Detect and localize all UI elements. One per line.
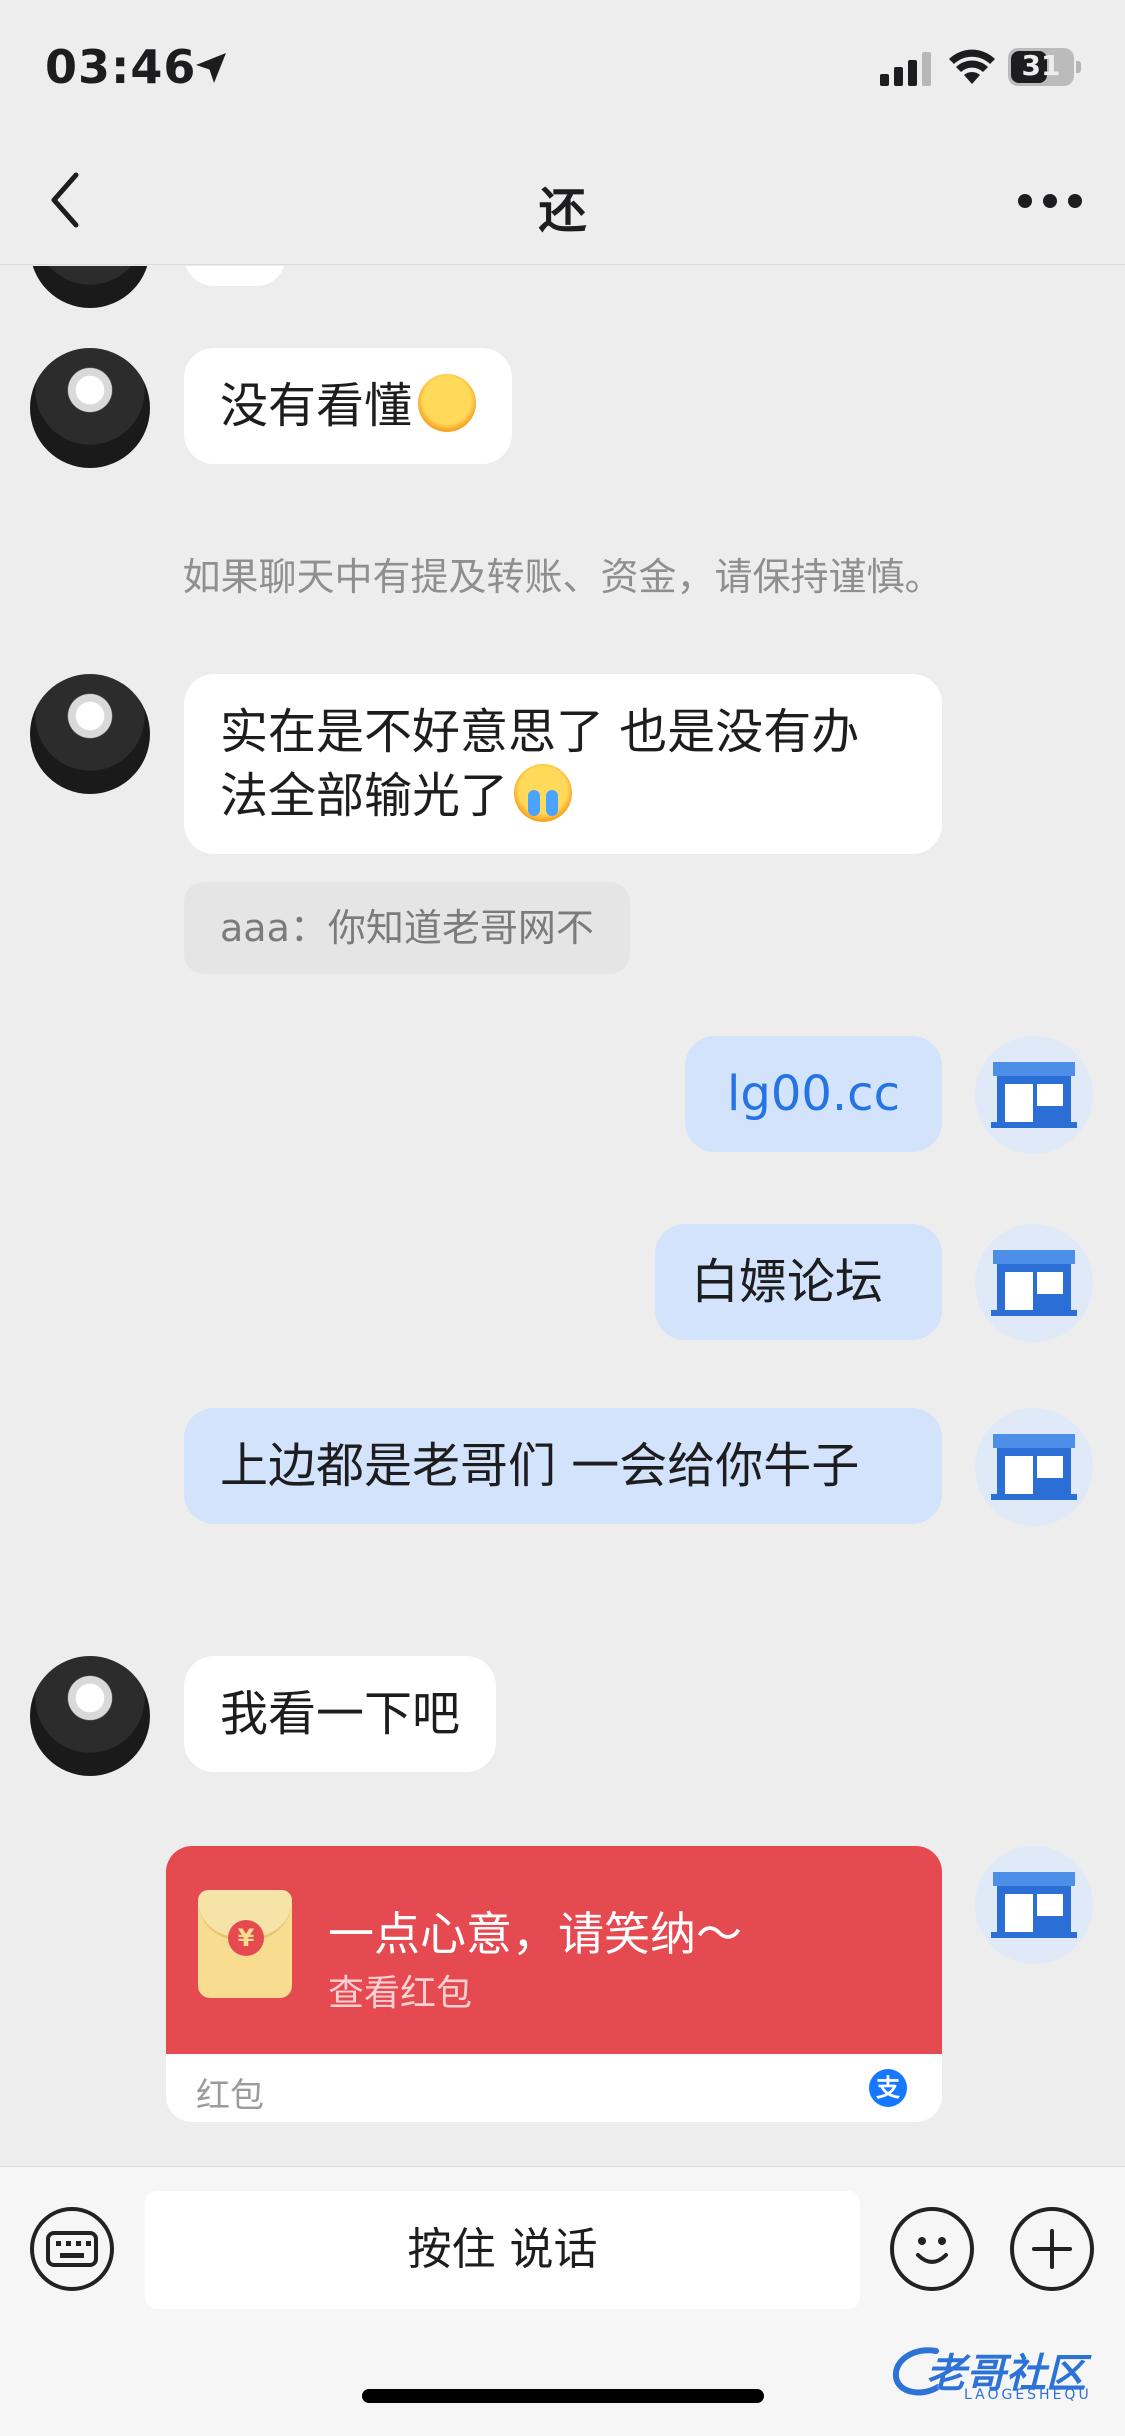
alipay-icon: 支 — [869, 2069, 907, 2107]
battery-percent: 31 — [1021, 49, 1061, 82]
more-options-icon[interactable] — [1015, 183, 1085, 219]
smiley-icon — [916, 2237, 948, 2264]
message-bubble[interactable]: 没有看懂 — [184, 348, 513, 464]
quoted-message[interactable]: aaa：你知道老哥网不 — [184, 882, 630, 974]
red-packet-card[interactable]: ¥ 一点心意，请笑纳～ 查看红包 红包 支 — [166, 1846, 942, 2122]
home-indicator[interactable] — [362, 2389, 764, 2403]
emoji-button[interactable] — [890, 2207, 974, 2291]
battery-icon: 31 — [1008, 48, 1082, 86]
sad-face-emoji-icon — [418, 374, 477, 432]
message-bubble[interactable]: 我看一下吧 — [184, 1656, 497, 1772]
nav-bar: 还 — [0, 135, 1125, 265]
red-packet-subtitle: 查看红包 — [328, 1973, 473, 2014]
keyboard-icon — [46, 2231, 98, 2267]
chat-messages[interactable]: 没有看懂 如果聊天中有提及转账、资金，请保持谨慎。 实在是不好意思了 也是没有办… — [0, 266, 1125, 2166]
red-packet-title: 一点心意，请笑纳～ — [328, 1907, 742, 1961]
hold-to-talk-button[interactable]: 按住 说话 — [145, 2191, 860, 2309]
input-bar: 按住 说话 老哥社区 LAOGESHEQU — [0, 2166, 1125, 2436]
wifi-icon — [949, 49, 995, 84]
red-packet-label: 红包 — [196, 2076, 264, 2116]
contact-avatar[interactable] — [30, 674, 150, 794]
chat-title: 还 — [538, 183, 587, 239]
watermark-logo: 老哥社区 LAOGESHEQU — [886, 2335, 1112, 2405]
status-bar: 03:46 31 — [0, 0, 1125, 135]
message-bubble[interactable]: 白嫖论坛 — [655, 1224, 942, 1340]
link-message-bubble[interactable]: lg00.cc — [685, 1036, 942, 1152]
cellular-signal-icon — [880, 52, 931, 86]
my-avatar-shop-icon[interactable] — [975, 1846, 1093, 1964]
contact-avatar[interactable] — [30, 348, 150, 468]
crying-face-emoji-icon — [514, 764, 573, 822]
location-arrow-icon — [196, 53, 226, 83]
yuan-symbol: ¥ — [228, 1920, 264, 1956]
safety-notice: 如果聊天中有提及转账、资金，请保持谨慎。 — [182, 555, 943, 599]
plus-icon — [1032, 2229, 1072, 2269]
contact-avatar[interactable] — [30, 266, 150, 308]
message-text: 没有看懂 — [220, 378, 413, 434]
more-actions-button[interactable] — [1010, 2207, 1094, 2291]
red-packet-header: ¥ 一点心意，请笑纳～ 查看红包 — [166, 1846, 942, 2054]
message-bubble[interactable]: 实在是不好意思了 也是没有办法全部输光了 — [184, 674, 942, 854]
red-envelope-icon: ¥ — [198, 1890, 292, 1998]
message-bubble[interactable]: 上边都是老哥们 一会给你牛子 — [184, 1408, 942, 1524]
contact-avatar[interactable] — [30, 1656, 150, 1776]
watermark-subtext: LAOGESHEQU — [964, 2387, 1092, 2403]
message-bubble-partial — [184, 266, 286, 286]
my-avatar-shop-icon[interactable] — [975, 1224, 1093, 1342]
status-time: 03:46 — [45, 40, 197, 94]
keyboard-toggle-button[interactable] — [30, 2207, 114, 2291]
my-avatar-shop-icon[interactable] — [975, 1408, 1093, 1526]
my-avatar-shop-icon[interactable] — [975, 1036, 1093, 1154]
